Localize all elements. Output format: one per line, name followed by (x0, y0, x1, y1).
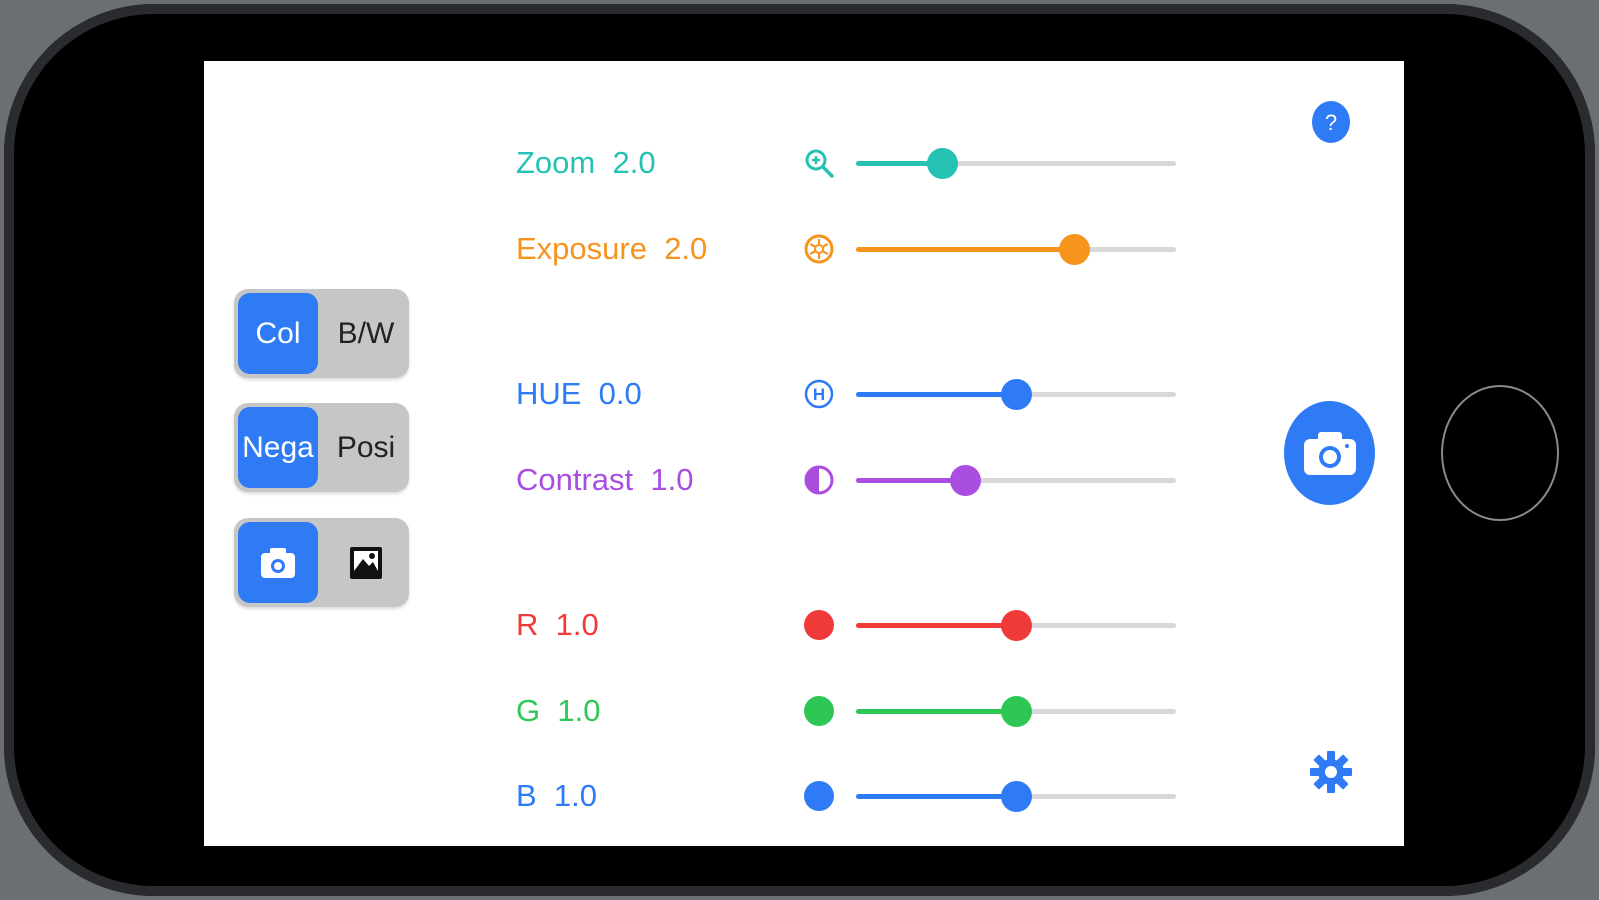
zoom-icon (803, 147, 835, 179)
blue-slider[interactable] (856, 781, 1176, 812)
hue-label: HUE 0.0 (516, 376, 642, 411)
photo-library-icon (350, 546, 382, 579)
exposure-label: Exposure 2.0 (516, 231, 708, 266)
blue-slider-row: B 1.0 (204, 776, 1404, 816)
phone-frame: Col B/W Nega Posi Zoom 2.0 Exposure 2.0 … (4, 4, 1595, 896)
hue-slider[interactable] (856, 379, 1176, 410)
shutter-button[interactable] (1284, 401, 1375, 505)
help-icon[interactable]: ? (1312, 101, 1350, 143)
exposure-icon (803, 233, 835, 265)
red-slider-row: R 1.0 (204, 605, 1404, 645)
hue-slider-thumb[interactable] (1001, 379, 1032, 410)
red-slider-fill (856, 623, 1016, 628)
blue-slider-thumb[interactable] (1001, 781, 1032, 812)
exposure-slider-row: Exposure 2.0 (204, 229, 1404, 269)
contrast-icon (803, 464, 835, 496)
svg-text:?: ? (1325, 110, 1337, 135)
exposure-slider-fill (856, 247, 1074, 252)
red-label: R 1.0 (516, 607, 599, 642)
camera-option[interactable] (238, 522, 318, 603)
camera-shutter-icon (1303, 432, 1356, 475)
red-dot-icon (803, 609, 835, 641)
gear-icon[interactable] (1310, 749, 1352, 795)
zoom-slider-row: Zoom 2.0 (204, 143, 1404, 183)
camera-icon (261, 547, 295, 578)
zoom-label: Zoom 2.0 (516, 145, 656, 180)
svg-text:H: H (813, 385, 825, 404)
green-slider-fill (856, 709, 1016, 714)
hue-icon: H (803, 378, 835, 410)
zoom-slider-thumb[interactable] (927, 148, 959, 179)
bw-option[interactable]: B/W (326, 293, 406, 374)
green-dot-icon (803, 695, 835, 727)
green-slider[interactable] (856, 696, 1176, 727)
source-mode-toggle (234, 518, 409, 607)
home-button[interactable] (1441, 385, 1559, 521)
blue-slider-fill (856, 794, 1016, 799)
green-slider-row: G 1.0 (204, 691, 1404, 731)
contrast-slider-thumb[interactable] (949, 465, 981, 496)
contrast-slider[interactable] (856, 465, 1176, 496)
hue-slider-fill (856, 392, 1016, 397)
app-screen: Col B/W Nega Posi Zoom 2.0 Exposure 2.0 … (204, 61, 1404, 846)
green-slider-thumb[interactable] (1001, 696, 1032, 727)
contrast-slider-fill (856, 478, 965, 483)
zoom-slider[interactable] (856, 148, 1176, 179)
green-label: G 1.0 (516, 693, 601, 728)
red-slider[interactable] (856, 610, 1176, 641)
contrast-label: Contrast 1.0 (516, 462, 694, 497)
photo-library-option[interactable] (326, 522, 406, 603)
color-option[interactable]: Col (238, 293, 318, 374)
red-slider-thumb[interactable] (1001, 610, 1032, 641)
hue-slider-row: HUE 0.0 H (204, 374, 1404, 414)
contrast-slider-row: Contrast 1.0 (204, 460, 1404, 500)
blue-label: B 1.0 (516, 778, 597, 813)
exposure-slider-thumb[interactable] (1058, 234, 1090, 265)
blue-dot-icon (803, 780, 835, 812)
color-mode-toggle: Col B/W (234, 289, 409, 378)
exposure-slider[interactable] (856, 234, 1176, 265)
